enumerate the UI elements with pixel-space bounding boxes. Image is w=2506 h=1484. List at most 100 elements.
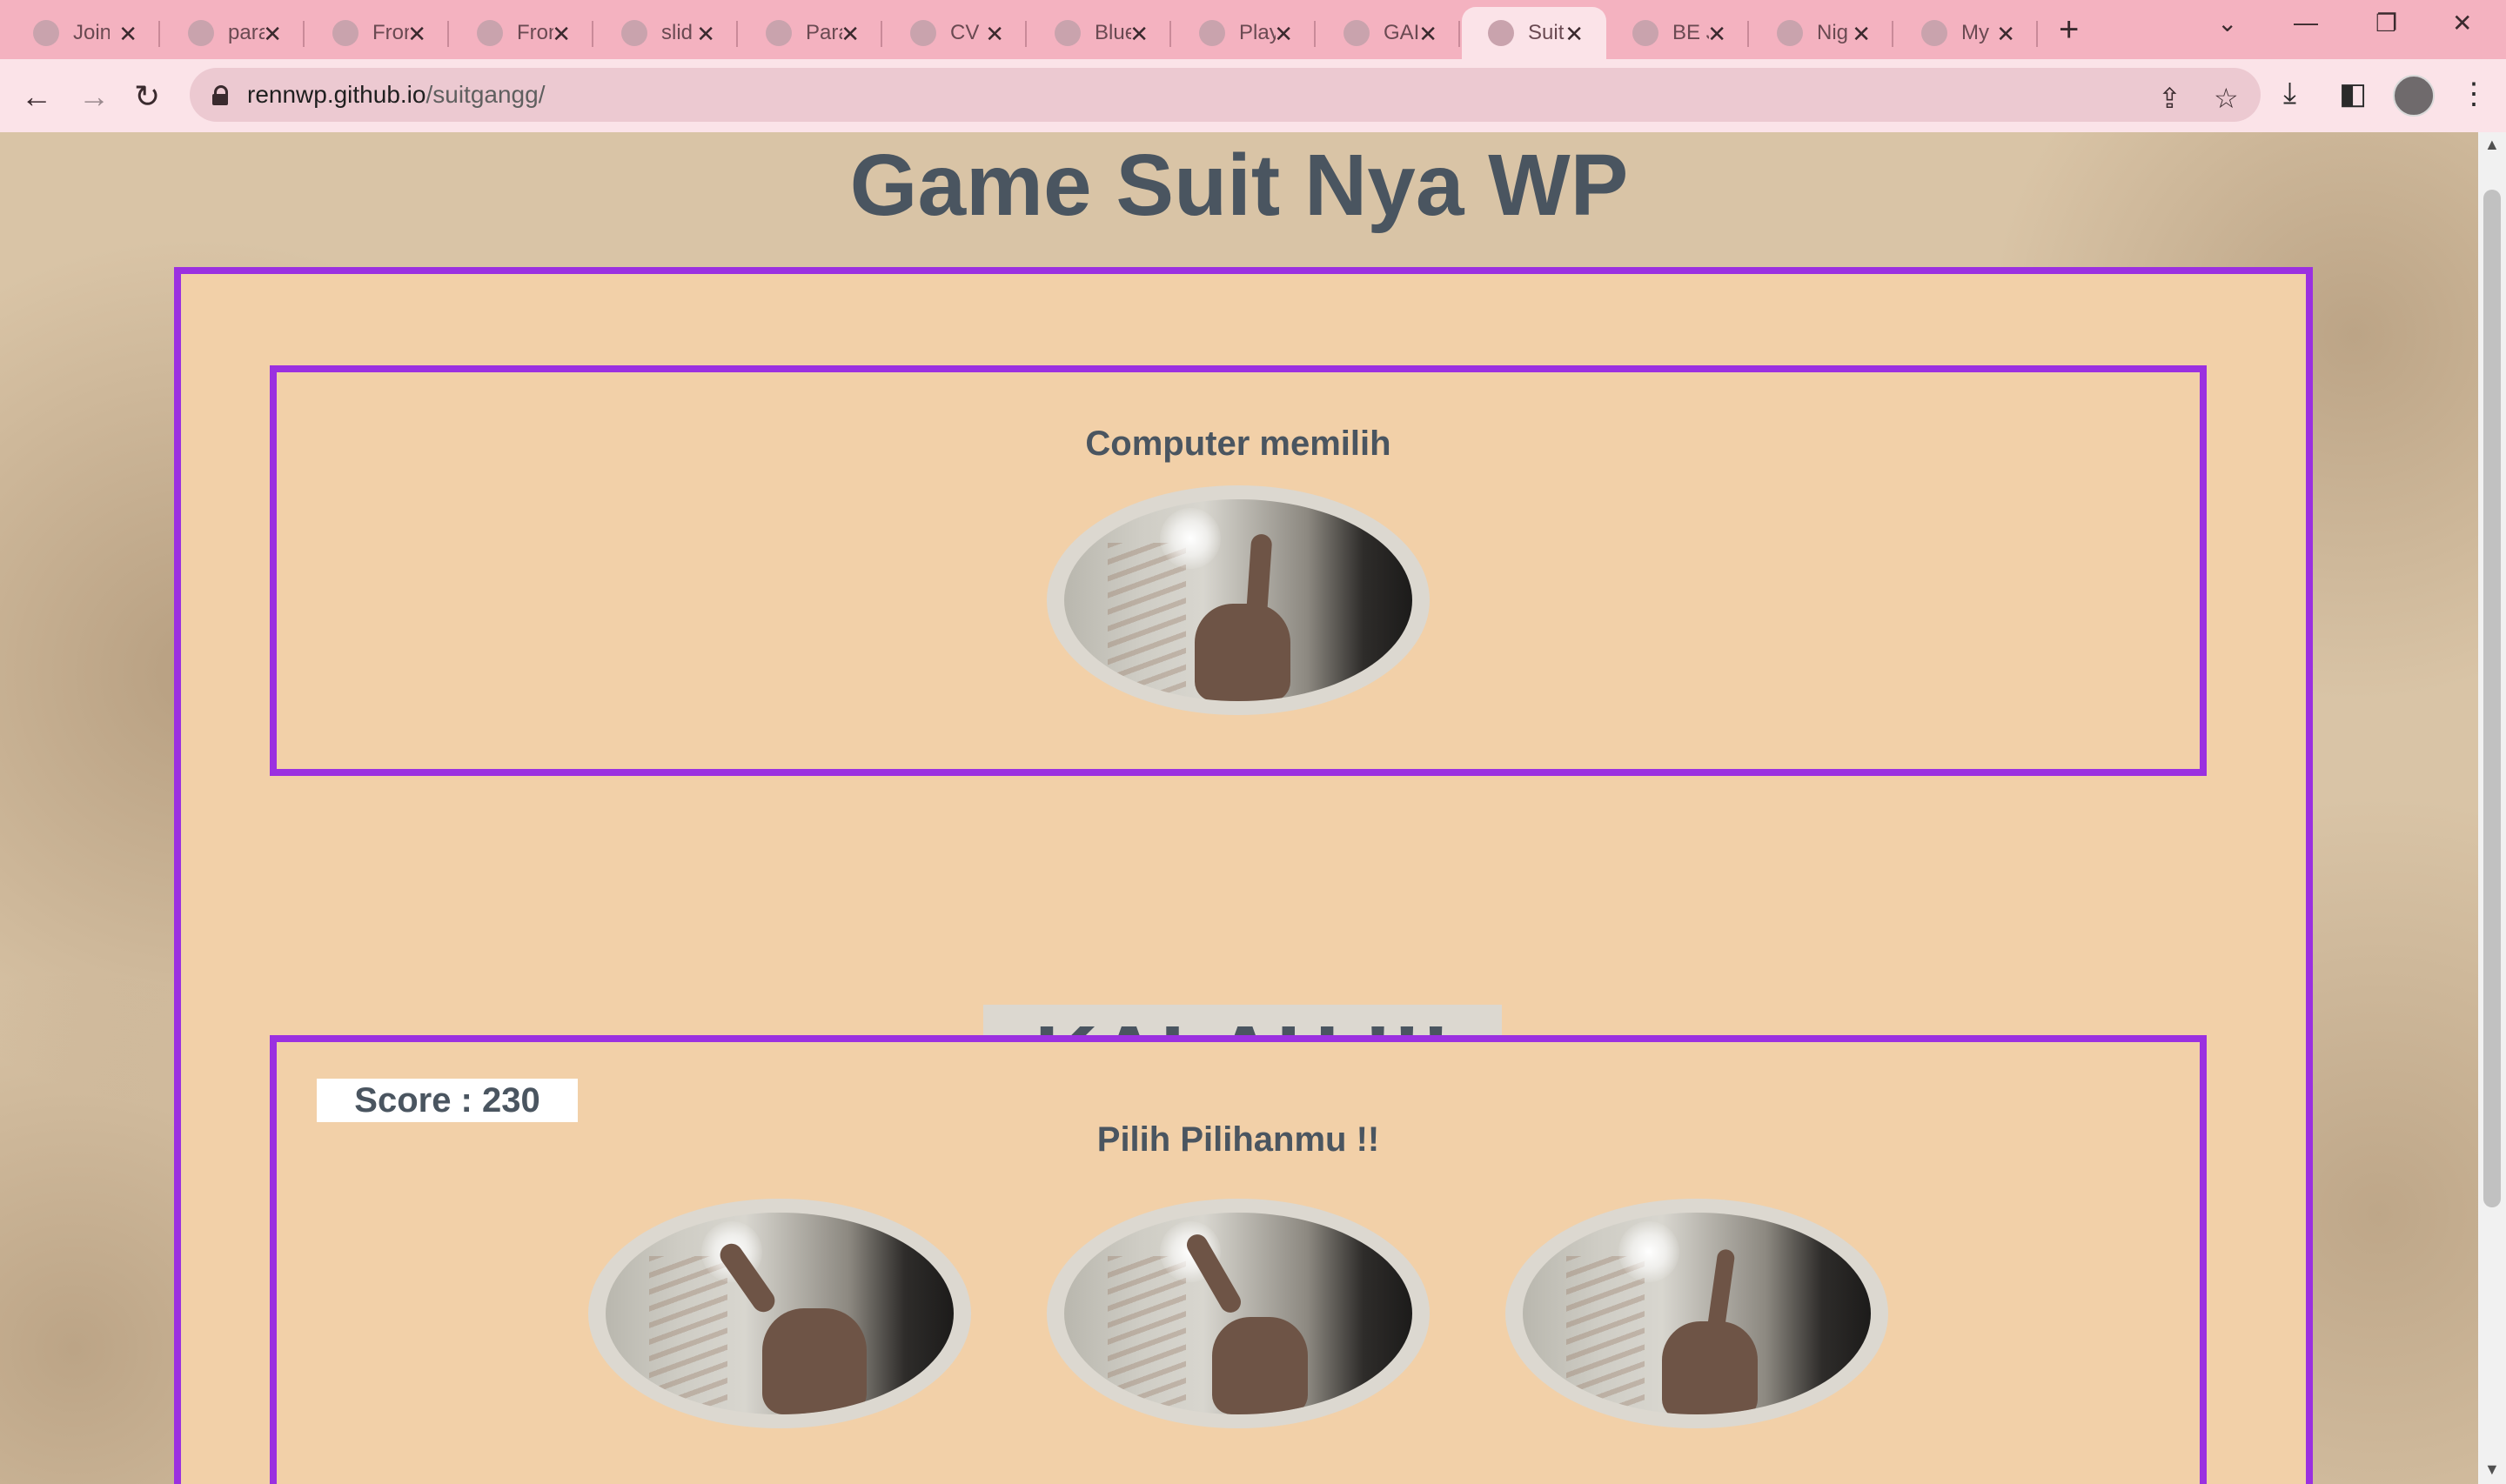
- address-bar[interactable]: rennwp.github.io/suitgangg/ ⇪ ☆: [190, 68, 2261, 122]
- url-host: rennwp.github.io: [247, 81, 426, 108]
- tab-6[interactable]: CV ✕: [884, 7, 1027, 59]
- forward-icon[interactable]: →: [78, 78, 110, 115]
- tab-title: Nig: [1817, 21, 1849, 44]
- tab-close-icon[interactable]: ✕: [1707, 21, 1726, 48]
- browser-toolbar: ← → ↻ rennwp.github.io/suitgangg/ ⇪ ☆ ⤓ …: [0, 59, 2506, 132]
- tab-separator: [158, 21, 160, 47]
- tab-13[interactable]: My ✕: [1895, 7, 2038, 59]
- tab-close-icon[interactable]: ✕: [1852, 21, 1871, 48]
- page-title: Game Suit Nya WP: [849, 137, 1629, 234]
- tab-separator: [303, 21, 305, 47]
- scrollbar-thumb[interactable]: [2483, 190, 2501, 1207]
- tab-separator: [1747, 21, 1749, 47]
- tab-title: Fron: [517, 21, 553, 44]
- hand-pinky-finger-icon: [1523, 1213, 1871, 1414]
- tab-separator: [447, 21, 449, 47]
- globe-icon: [1777, 20, 1803, 46]
- player-panel: Score : 230 Pilih Pilihanmu !!: [270, 1035, 2207, 1484]
- tab-title: Play: [1239, 21, 1276, 44]
- tab-0[interactable]: Join ✕: [7, 7, 160, 59]
- globe-icon: [766, 20, 792, 46]
- lock-icon[interactable]: [212, 85, 228, 105]
- tab-8[interactable]: Play ✕: [1173, 7, 1316, 59]
- computer-panel: Computer memilih: [270, 365, 2207, 776]
- page-icon: [477, 20, 503, 46]
- tab-close-icon[interactable]: ✕: [407, 21, 426, 48]
- tab-strip: Join✕para✕Fron✕Fron✕slid✕Para✕CV✕Blue✕Pl…: [0, 0, 2506, 59]
- person-icon: [33, 20, 59, 46]
- tab-title: slid: [661, 21, 694, 44]
- page-viewport: Game Suit Nya WP Computer memilih KALAH …: [0, 132, 2478, 1484]
- scroll-down-icon[interactable]: ▼: [2484, 1461, 2500, 1479]
- tab-separator: [2036, 21, 2038, 47]
- tab-close-icon[interactable]: ✕: [263, 21, 282, 48]
- tab-separator: [1169, 21, 1171, 47]
- hand-index-finger-icon: [1064, 1213, 1412, 1414]
- tab-separator: [1025, 21, 1027, 47]
- computer-heading: Computer memilih: [1085, 424, 1391, 463]
- tab-close-icon[interactable]: ✕: [1418, 21, 1437, 48]
- tab-2[interactable]: Fron✕: [306, 7, 449, 59]
- tab-close-icon[interactable]: ✕: [985, 21, 1004, 48]
- restore-icon[interactable]: ❐: [2375, 9, 2397, 37]
- reload-icon[interactable]: ↻: [134, 78, 160, 115]
- tab-close-icon[interactable]: ✕: [696, 21, 715, 48]
- new-tab-button[interactable]: +: [2059, 10, 2079, 50]
- tab-close-icon[interactable]: ✕: [1996, 21, 2015, 48]
- globe-icon: [1632, 20, 1658, 46]
- tab-title: BE J: [1672, 21, 1709, 44]
- tab-close-icon[interactable]: ✕: [118, 21, 137, 48]
- scroll-up-icon[interactable]: ▲: [2484, 136, 2500, 154]
- globe-icon: [1199, 20, 1225, 46]
- share-icon[interactable]: ⇪: [2158, 82, 2181, 115]
- side-panel-icon[interactable]: ◧: [2339, 77, 2367, 111]
- globe-icon: [1488, 20, 1514, 46]
- tab-4[interactable]: slid ✕: [595, 7, 738, 59]
- url-text[interactable]: rennwp.github.io/suitgangg/: [247, 81, 545, 109]
- tab-title: GAI: [1384, 21, 1420, 44]
- choice-pinky-finger-button[interactable]: [1505, 1199, 1888, 1428]
- tab-10[interactable]: Suit ✕: [1462, 7, 1606, 59]
- tab-close-icon[interactable]: ✕: [1129, 21, 1149, 48]
- tab-12[interactable]: Nig ✕: [1751, 7, 1893, 59]
- tab-title: Blue: [1095, 21, 1131, 44]
- page-icon: [332, 20, 358, 46]
- tab-close-icon[interactable]: ✕: [841, 21, 860, 48]
- tab-title: Fron: [372, 21, 409, 44]
- hand-index-finger-icon: [1064, 499, 1412, 701]
- tab-close-icon[interactable]: ✕: [1274, 21, 1293, 48]
- player-heading: Pilih Pilihanmu !!: [1096, 1120, 1380, 1159]
- tab-5[interactable]: Para✕: [740, 7, 882, 59]
- score-badge: Score : 230: [317, 1079, 578, 1122]
- tab-separator: [1314, 21, 1316, 47]
- tab-title: Para: [806, 21, 842, 44]
- menu-icon[interactable]: ⋮: [2459, 77, 2489, 111]
- choice-thumb-button[interactable]: [588, 1199, 971, 1428]
- tab-7[interactable]: Blue ✕: [1029, 7, 1171, 59]
- tab-3[interactable]: Fron✕: [451, 7, 593, 59]
- tab-title: Join: [73, 21, 110, 44]
- url-path: /suitgangg/: [425, 81, 546, 108]
- bookmark-star-icon[interactable]: ☆: [2214, 82, 2239, 115]
- vertical-scrollbar[interactable]: ▲ ▼: [2478, 132, 2506, 1484]
- computer-choice-image: [1047, 485, 1430, 715]
- download-icon[interactable]: ⤓: [2283, 77, 2296, 110]
- minimize-icon[interactable]: —: [2294, 9, 2318, 37]
- tab-search-icon[interactable]: ⌄: [2217, 9, 2237, 37]
- tab-close-icon[interactable]: ✕: [1565, 21, 1584, 48]
- tab-close-icon[interactable]: ✕: [552, 21, 571, 48]
- tab-title: My: [1961, 21, 1989, 44]
- github-icon: [188, 20, 214, 46]
- tab-1[interactable]: para ✕: [162, 7, 305, 59]
- tab-9[interactable]: GAI ✕: [1317, 7, 1460, 59]
- tab-11[interactable]: BE J✕: [1606, 7, 1749, 59]
- back-icon[interactable]: ←: [21, 78, 52, 115]
- globe-icon: [1343, 20, 1370, 46]
- tab-separator: [736, 21, 738, 47]
- tab-separator: [1458, 21, 1460, 47]
- choice-index-finger-button[interactable]: [1047, 1199, 1430, 1428]
- close-window-icon[interactable]: ✕: [2452, 9, 2472, 37]
- globe-icon: [1921, 20, 1947, 46]
- tab-separator: [881, 21, 882, 47]
- profile-avatar[interactable]: [2393, 75, 2435, 117]
